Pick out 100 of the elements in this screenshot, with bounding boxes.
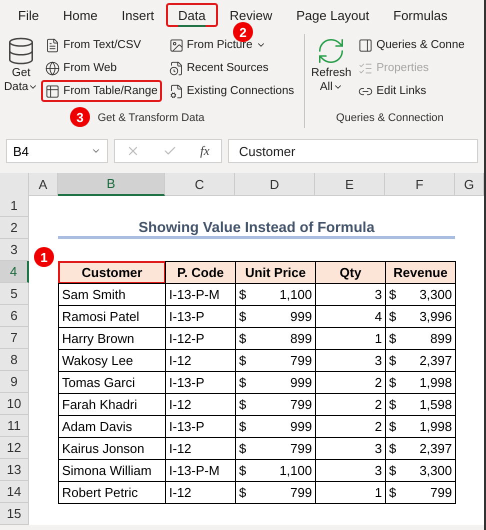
amount: 2,397 [419,441,452,456]
row-header[interactable]: 5 [0,283,29,305]
header-cell: Unit Price [235,261,316,284]
column-header[interactable]: E [315,173,385,196]
currency-symbol: $ [389,353,396,368]
panel-icon [358,38,374,52]
amount: 799 [290,353,312,368]
ribbon-command[interactable]: From Table/Range [41,80,162,102]
row-header[interactable]: 13 [0,459,29,481]
currency-symbol: $ [239,419,246,434]
amount: 799 [290,485,312,500]
currency-symbol: $ [389,397,396,412]
amount: 2,397 [419,353,452,368]
ribbon-button[interactable]: Get Data [4,34,38,112]
table-cell: Robert Petric [58,481,166,504]
currency-symbol: $ [389,309,396,324]
row-header[interactable]: 3 [0,239,29,261]
currency-symbol: $ [389,375,396,390]
menu-tab[interactable]: File [6,3,51,27]
amount: 799 [290,441,312,456]
ribbon-command[interactable]: Queries & Conne [354,34,469,56]
row-header[interactable]: 11 [0,415,29,437]
step-badge: 2 [233,22,253,42]
row-header[interactable]: 9 [0,371,29,393]
currency-symbol: $ [239,375,246,390]
row-header[interactable]: 1 [0,195,29,217]
amount: 3,300 [419,463,452,478]
currency-symbol: $ [389,419,396,434]
row-header[interactable]: 12 [0,437,29,459]
formula-field[interactable]: Customer [228,139,478,163]
column-header[interactable]: C [165,173,235,196]
table-cell: Sam Smith [58,283,166,306]
amount: 1,100 [279,463,312,478]
currency-symbol: $ [389,287,396,302]
currency-symbol: $ [239,287,246,302]
row-header[interactable]: 7 [0,327,29,349]
menu-tab[interactable]: Insert [110,3,166,27]
currency-symbol: $ [389,485,396,500]
row-header[interactable]: 6 [0,305,29,327]
amount: 899 [290,331,312,346]
column-header[interactable]: G [455,173,484,196]
amount: 999 [290,375,312,390]
amount: 1,598 [419,397,452,412]
ribbon-command[interactable]: Recent Sources [164,57,298,79]
amount: 899 [430,331,452,346]
amount: 3,300 [419,287,452,302]
amount: 3,996 [419,309,452,324]
currency-symbol: $ [239,309,246,324]
row-header[interactable]: 14 [0,481,29,503]
clock-document-icon [168,60,184,76]
image-icon [168,38,184,52]
sheet-title: Showing Value Instead of Formula [58,217,455,239]
menu-tab[interactable]: Home [50,3,110,27]
header-cell: P. Code [165,261,236,284]
function-button[interactable]: fx [200,143,210,159]
currency-symbol: $ [239,463,246,478]
amount: 1,100 [279,287,312,302]
amount: 799 [430,485,452,500]
header-cell: Qty [315,261,386,284]
menu-tab[interactable]: Data [166,3,218,27]
group-label: Queries & Connection [336,112,444,124]
row-header[interactable]: 4 [0,261,29,283]
table-icon [45,84,60,98]
select-all-corner[interactable] [0,173,29,196]
amount: 999 [290,419,312,434]
currency-symbol: $ [239,331,246,346]
document-icon [45,38,60,52]
row-header[interactable]: 10 [0,393,29,415]
globe-icon [45,60,60,76]
ribbon-command[interactable]: Edit Links [354,80,469,102]
currency-symbol: $ [239,485,246,500]
ribbon-command[interactable]: From Text/CSV [41,34,162,56]
amount: 1,998 [419,375,452,390]
currency-symbol: $ [389,441,396,456]
column-header[interactable]: B [58,173,165,196]
ribbon-button[interactable]: Refresh All [311,34,352,112]
header-cell: Revenue [385,261,456,284]
name-box[interactable]: B4 [6,139,108,163]
row-header[interactable]: 15 [0,503,29,525]
step-badge: 3 [70,107,90,127]
amount: 1,998 [419,419,452,434]
row-header[interactable]: 8 [0,349,29,371]
header-cell: Customer [58,261,166,284]
ribbon-command[interactable]: Existing Connections [164,80,298,102]
column-header[interactable]: A [29,173,58,196]
currency-symbol: $ [239,441,246,456]
ribbon-command[interactable]: From Web [41,57,162,79]
amount: 999 [290,309,312,324]
currency-symbol: $ [389,463,396,478]
currency-symbol: $ [239,353,246,368]
group-label: Get & Transform Data [98,112,205,124]
list-icon [358,60,374,76]
row-header[interactable]: 2 [0,217,29,239]
column-header[interactable]: D [235,173,315,196]
menu-tab[interactable]: Page Layout [284,3,382,27]
currency-symbol: $ [239,397,246,412]
menu-tab[interactable]: Formulas [381,3,460,27]
amount: 799 [290,397,312,412]
currency-symbol: $ [389,331,396,346]
column-header[interactable]: F [385,173,455,196]
